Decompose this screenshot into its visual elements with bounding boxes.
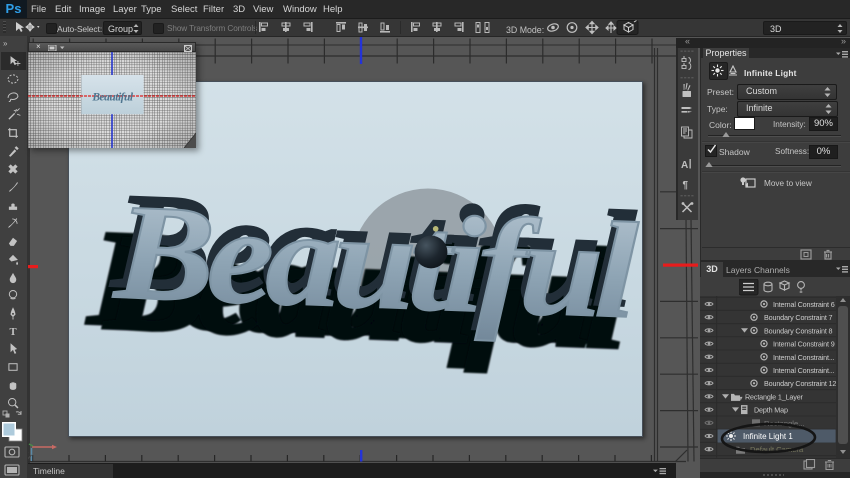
svg-text:A: A — [681, 160, 688, 171]
svg-text:Beautiful: Beautiful — [111, 175, 641, 347]
svg-text:T: T — [9, 327, 16, 338]
svg-text:Internal Constraint...: Internal Constraint... — [773, 366, 835, 375]
svg-text:Internal Constraint...: Internal Constraint... — [773, 353, 835, 362]
svg-text:¶: ¶ — [683, 180, 689, 191]
svg-text:Rectangle 1_Layer: Rectangle 1_Layer — [745, 392, 804, 401]
svg-text:Boundary Constraint 7: Boundary Constraint 7 — [764, 313, 833, 322]
svg-text:Internal Constraint 9: Internal Constraint 9 — [773, 340, 835, 349]
svg-text:Boundary Constraint 8: Boundary Constraint 8 — [764, 326, 833, 335]
svg-text:Boundary Constraint 12: Boundary Constraint 12 — [764, 379, 836, 388]
svg-text:Infinite Light 1: Infinite Light 1 — [743, 432, 793, 441]
svg-text:Internal Constraint 6: Internal Constraint 6 — [773, 300, 835, 309]
svg-text:Depth Map: Depth Map — [754, 406, 788, 415]
svg-text:Beautiful: Beautiful — [91, 92, 134, 104]
